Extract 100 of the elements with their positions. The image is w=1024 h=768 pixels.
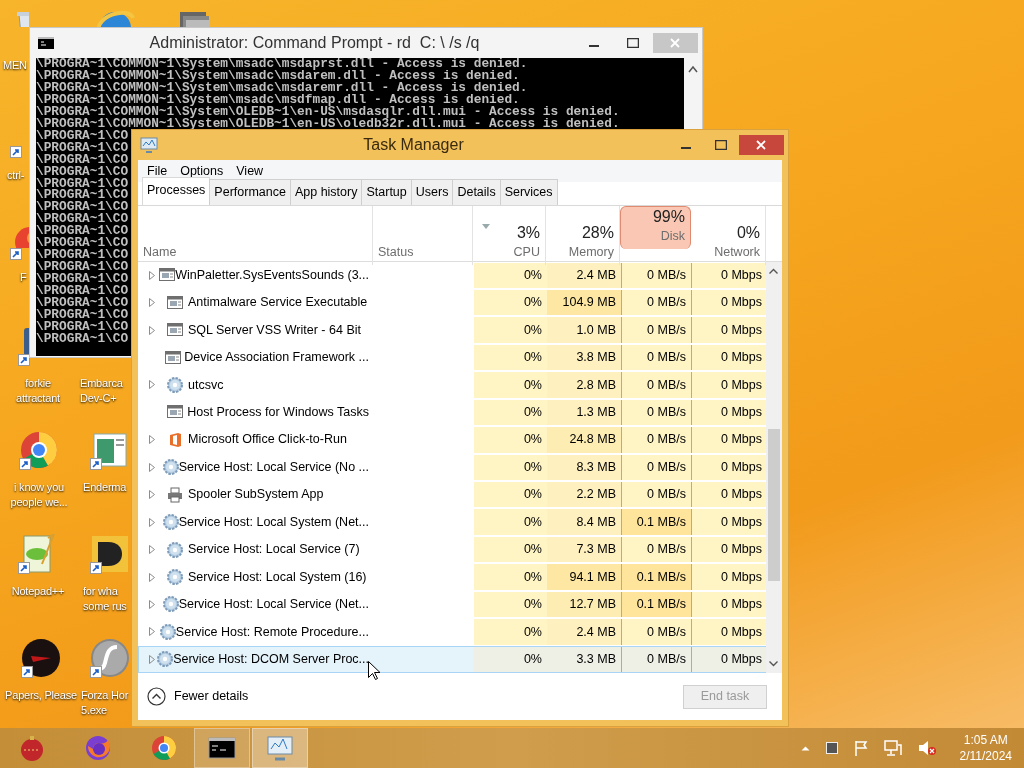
shortcut-arrow-icon	[90, 562, 102, 574]
process-row[interactable]: SQL Server VSS Writer - 64 Bit 0% 1.0 MB 0 MB/s 0 Mbps	[138, 316, 766, 344]
disk-cell-text: 0.1 MB/s	[636, 513, 686, 531]
process-row[interactable]: Service Host: DCOM Server Proc... 0% 3.3 MB 0 MB/s 0 Mbps	[138, 645, 766, 674]
memory-cell-text: 24.8 MB	[569, 431, 616, 449]
column-usage: 99%	[652, 206, 685, 227]
process-row[interactable]: WinPaletter.SysEventsSounds (3... 0% 2.4 MB 0 MB/s 0 Mbps	[138, 261, 766, 289]
volume-icon[interactable]	[917, 740, 936, 756]
process-row[interactable]: Service Host: Local System (16) 0% 94.1 MB 0.1 MB/s 0 Mbps	[138, 563, 766, 591]
game-icon[interactable]	[21, 638, 61, 678]
memory-cell-text: 1.3 MB	[576, 404, 616, 422]
network-cell-text: 0 Mbps	[721, 349, 762, 367]
cpu-cell-text: 0%	[523, 321, 542, 339]
process-row[interactable]: Host Process for Windows Tasks 0% 1.3 MB 0 MB/s 0 Mbps	[138, 398, 766, 427]
network-cell-text: 0 Mbps	[721, 568, 762, 586]
expand-arrow-icon[interactable]	[149, 380, 155, 390]
fewer-details-link[interactable]: Fewer details	[174, 687, 249, 706]
disk-cell-text: 0 MB/s	[647, 623, 686, 641]
column-header[interactable]: Status	[378, 242, 414, 262]
process-name: Service Host: Local Service (Net...	[178, 596, 369, 614]
process-row[interactable]: utcsvc 0% 2.8 MB 0 MB/s 0 Mbps	[138, 371, 766, 399]
close-icon[interactable]	[739, 135, 784, 155]
process-name: Host Process for Windows Tasks	[187, 404, 369, 422]
square-icon[interactable]	[825, 742, 838, 754]
console-line: \PROGRA~1\CO	[36, 189, 129, 202]
flag-icon[interactable]	[853, 740, 868, 756]
memory-cell-text: 2.2 MB	[576, 486, 616, 504]
cpu-cell-text: 0%	[523, 431, 542, 449]
console-line: \PROGRA~1\CO	[36, 297, 129, 309]
process-row[interactable]: Device Association Framework ... 0% 3.8 MB 0 MB/s 0 Mbps	[138, 343, 766, 372]
cpu-cell-text: 0%	[523, 486, 542, 504]
memory-cell-text: 3.8 MB	[576, 349, 616, 367]
expand-arrow-icon[interactable]	[149, 517, 155, 527]
taskbar-button[interactable]	[194, 728, 250, 768]
column-header[interactable]: Disk	[660, 226, 685, 246]
menu-item[interactable]: View	[231, 160, 269, 181]
app-icon[interactable]	[90, 534, 130, 574]
gear-icon	[167, 569, 183, 586]
process-row[interactable]: Antimalware Service Executable 0% 104.9 MB 0 MB/s 0 Mbps	[138, 288, 766, 317]
console-line: \PROGRA~1\CO	[36, 237, 129, 250]
console-line: \PROGRA~1\CO	[36, 165, 129, 178]
maximize-icon[interactable]	[627, 38, 639, 48]
network-icon[interactable]	[883, 740, 902, 756]
expand-arrow-icon[interactable]	[149, 627, 155, 637]
cpu-cell-text: 0%	[523, 458, 542, 476]
column-header[interactable]: CPU	[513, 242, 540, 262]
network-cell-text: 0 Mbps	[721, 404, 762, 422]
console-line: \PROGRA~1\CO	[36, 213, 129, 226]
disk-cell-text: 0 MB/s	[647, 266, 686, 284]
window-icon[interactable]	[90, 430, 130, 470]
scroll-down-icon[interactable]	[769, 661, 778, 668]
process-row[interactable]: Service Host: Local Service (No ... 0% 8.3 MB 0 MB/s 0 Mbps	[138, 453, 766, 481]
column-header[interactable]: Name	[143, 242, 177, 262]
gear-icon	[162, 596, 179, 613]
expand-arrow-icon[interactable]	[149, 298, 155, 308]
console-icon	[38, 37, 54, 49]
disk-cell-text: 0 MB/s	[647, 321, 686, 339]
network-cell-text: 0 Mbps	[721, 623, 762, 641]
console-line: \PROGRA~1\COMMON~1\System\msadc\msdaremr.dll - Access is denied.	[36, 81, 528, 94]
column-header[interactable]: Network	[714, 242, 760, 262]
expand-arrow-icon[interactable]	[149, 654, 155, 664]
gear-icon	[167, 377, 183, 393]
process-row[interactable]: Service Host: Remote Procedure... 0% 2.4 MB 0 MB/s 0 Mbps	[138, 618, 766, 646]
expand-arrow-icon[interactable]	[149, 600, 155, 609]
process-row[interactable]: Service Host: Local System (Net... 0% 8.4 MB 0.1 MB/s 0 Mbps	[138, 508, 766, 536]
scrollbar-thumb[interactable]	[768, 428, 780, 581]
console-line: \PROGRA~1\CO	[36, 225, 129, 238]
process-row[interactable]: Microsoft Office Click-to-Run 0% 24.8 MB 0 MB/s 0 Mbps	[138, 426, 766, 454]
console-line: \PROGRA~1\COMMON~1\System\msadc\msdaprst.dll - Access is denied.	[36, 58, 528, 70]
office-icon	[167, 431, 183, 448]
process-row[interactable]: Spooler SubSystem App 0% 2.2 MB 0 MB/s 0 Mbps	[138, 481, 766, 509]
cpu-cell-text: 0%	[523, 651, 542, 668]
show-hidden-icon[interactable]	[800, 745, 810, 751]
expand-arrow-icon[interactable]	[149, 490, 155, 500]
process-name: utcsvc	[188, 376, 224, 394]
expand-arrow-icon[interactable]	[149, 270, 155, 280]
console-line: \PROGRA~1\CO	[36, 129, 129, 142]
expand-arrow-icon[interactable]	[149, 325, 155, 335]
maximize-icon[interactable]	[715, 140, 727, 150]
expand-arrow-icon[interactable]	[149, 435, 155, 445]
tab[interactable]: Performance	[209, 178, 291, 205]
console-line: \PROGRA~1\CO	[36, 201, 129, 214]
browser-icon[interactable]	[19, 430, 59, 470]
flash-icon[interactable]	[90, 638, 130, 678]
disk-cell-text: 0 MB/s	[647, 541, 686, 559]
expand-arrow-icon[interactable]	[149, 462, 155, 472]
collapse-icon[interactable]	[147, 687, 166, 707]
scroll-up-icon[interactable]	[688, 65, 698, 73]
tab[interactable]: Startup	[361, 178, 412, 205]
expand-arrow-icon[interactable]	[149, 545, 155, 555]
printer-icon	[167, 486, 183, 503]
process-name: SQL Server VSS Writer - 64 Bit	[188, 321, 361, 339]
tab[interactable]: Details	[452, 178, 501, 205]
column-header[interactable]: Memory	[568, 242, 614, 262]
expand-arrow-icon[interactable]	[149, 572, 155, 582]
memory-cell-text: 12.7 MB	[569, 596, 616, 614]
tab[interactable]: Processes	[142, 176, 211, 205]
process-row[interactable]: Service Host: Local Service (Net... 0% 12.7 MB 0.1 MB/s 0 Mbps	[138, 590, 766, 619]
process-row[interactable]: Service Host: Local Service (7) 0% 7.3 MB 0 MB/s 0 Mbps	[138, 535, 766, 564]
scroll-up-icon[interactable]	[769, 267, 778, 274]
